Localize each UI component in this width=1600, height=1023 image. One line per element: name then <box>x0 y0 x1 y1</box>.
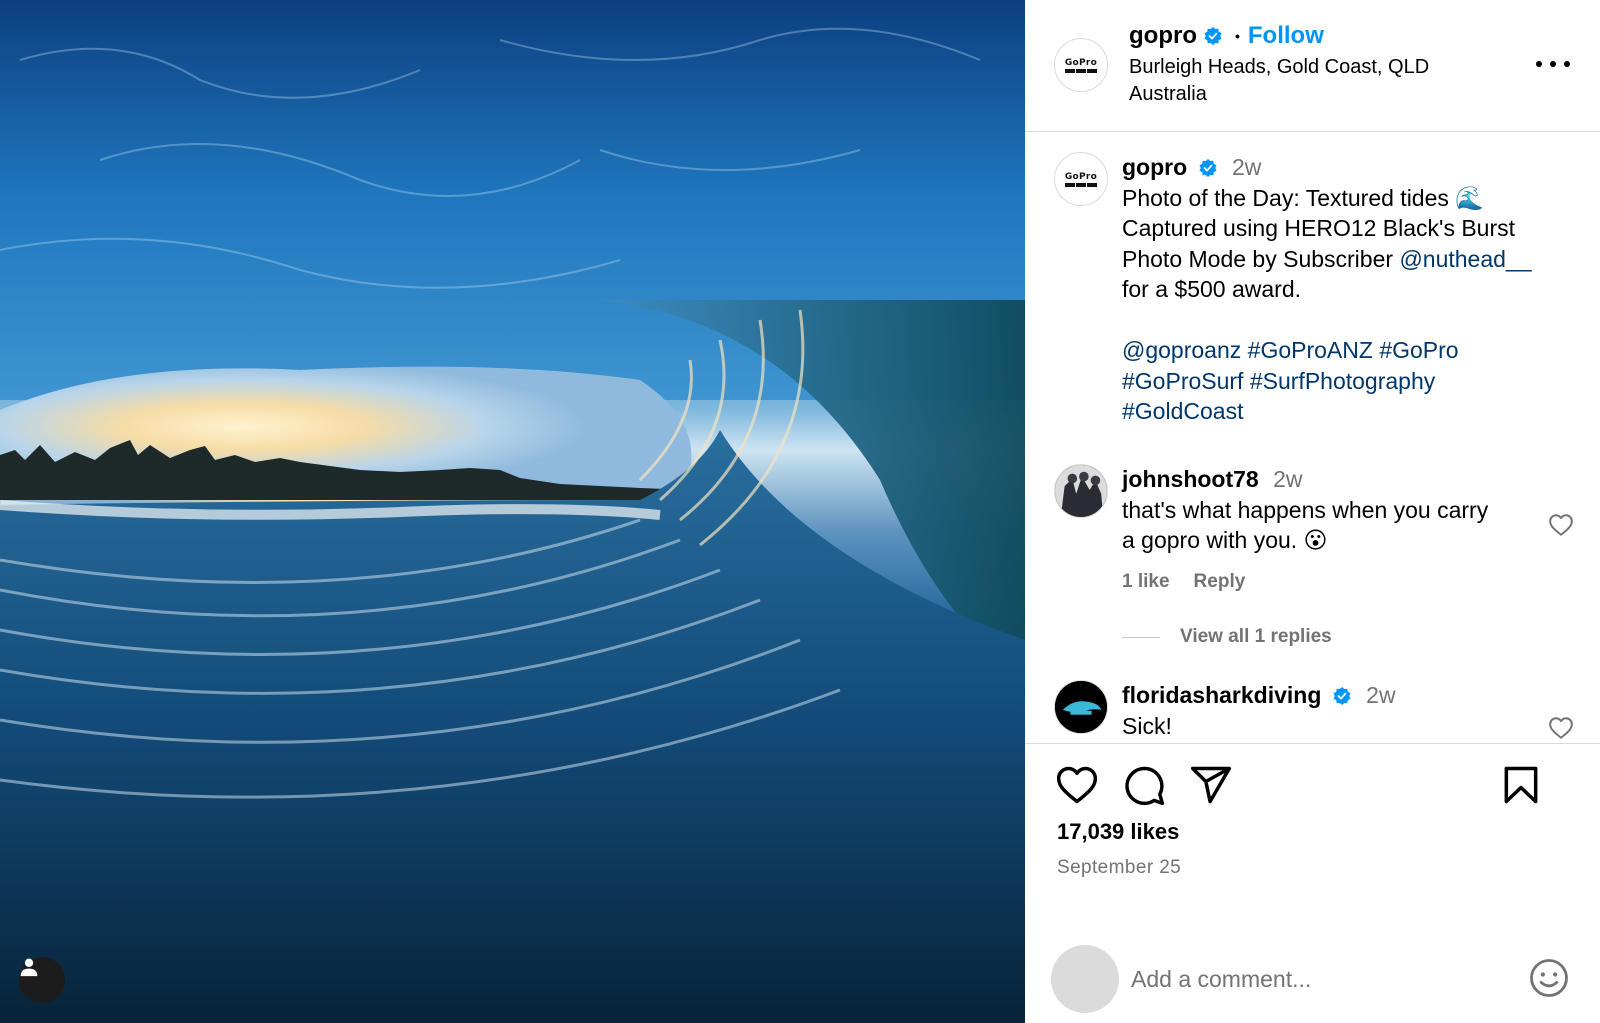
comment-username[interactable]: floridasharkdiving <box>1122 682 1321 708</box>
follow-button[interactable]: Follow <box>1248 22 1324 50</box>
comment-line-1: that's what happens when you carry <box>1122 496 1489 523</box>
gopro-logo: GoPro <box>1059 168 1103 190</box>
post-date[interactable]: September 25 <box>1057 857 1181 879</box>
verified-icon <box>1204 27 1222 45</box>
comment-time[interactable]: 2w <box>1366 682 1395 708</box>
separator-dot: • <box>1234 28 1240 44</box>
post-side-panel: GoPro gopro • Follow Burleigh Heads, Gol… <box>1025 0 1600 1023</box>
caption-avatar[interactable]: GoPro <box>1054 152 1108 206</box>
view-replies-button[interactable]: View all 1 replies <box>1122 626 1332 648</box>
tag-link[interactable]: @goproanz <box>1122 337 1241 363</box>
share-icon[interactable] <box>1189 763 1233 807</box>
verified-icon <box>1333 687 1351 705</box>
user-tag-button[interactable] <box>19 957 65 1003</box>
caption-line-2: Captured using HERO12 Black's Burst <box>1122 215 1516 241</box>
comment-time[interactable]: 2w <box>1273 466 1302 492</box>
comment-text: johnshoot78 2w that's what happens when … <box>1122 464 1488 556</box>
reply-button[interactable]: Reply <box>1194 571 1246 593</box>
comment-line-2: a gopro with you. 😮 <box>1122 527 1328 553</box>
comments-list[interactable]: GoPro gopro 2w Photo of the Day: Texture… <box>1025 132 1600 744</box>
current-user-avatar <box>1051 945 1119 1013</box>
tag-link[interactable]: #SurfPhotography <box>1250 368 1435 394</box>
commenter-avatar[interactable] <box>1054 464 1108 518</box>
post-photo[interactable] <box>0 0 1025 1023</box>
emoji-icon[interactable] <box>1528 957 1570 999</box>
tag-link[interactable]: #GoldCoast <box>1122 398 1243 424</box>
comment-meta: 1 like Reply <box>1122 571 1245 593</box>
heart-icon[interactable] <box>1055 763 1099 807</box>
add-comment-bar <box>1025 945 1600 1023</box>
gopro-logo: GoPro <box>1059 54 1103 76</box>
gopro-logo-text: GoPro <box>1064 171 1098 182</box>
author-row: gopro • Follow <box>1129 22 1324 50</box>
more-options-button[interactable] <box>1536 54 1570 74</box>
user-tag-icon <box>20 958 38 977</box>
tag-link[interactable]: #GoProSurf <box>1122 368 1243 394</box>
more-icon <box>1536 61 1570 67</box>
replies-divider <box>1122 636 1160 638</box>
wave-photo <box>0 0 1025 1023</box>
verified-icon <box>1199 159 1217 177</box>
author-avatar[interactable]: GoPro <box>1054 38 1108 92</box>
like-count[interactable]: 17,039 likes <box>1057 819 1179 845</box>
view-replies-label: View all 1 replies <box>1180 626 1332 647</box>
avatar-image <box>1055 465 1107 517</box>
bookmark-icon[interactable] <box>1499 763 1543 807</box>
caption-username[interactable]: gopro <box>1122 154 1187 180</box>
tag-link[interactable]: #GoPro <box>1379 337 1458 363</box>
gopro-logo-text: GoPro <box>1064 57 1098 68</box>
post-header: GoPro gopro • Follow Burleigh Heads, Gol… <box>1025 0 1600 132</box>
comment-input[interactable] <box>1131 959 1501 999</box>
caption-line-4: for a $500 award. <box>1122 276 1302 302</box>
caption-line-3: Photo Mode by Subscriber <box>1122 245 1400 272</box>
comment-line-1: Sick! <box>1122 712 1172 739</box>
author-username[interactable]: gopro <box>1129 22 1197 50</box>
caption-time[interactable]: 2w <box>1232 154 1261 180</box>
comment-username[interactable]: johnshoot78 <box>1122 466 1259 492</box>
comment-icon[interactable] <box>1122 763 1166 807</box>
comment-text: floridasharkdiving 2w Sick! <box>1122 680 1396 741</box>
tag-link[interactable]: #GoProANZ <box>1248 337 1373 363</box>
caption-text: gopro 2w Photo of the Day: Textured tide… <box>1122 152 1532 427</box>
avatar-image <box>1055 681 1107 733</box>
commenter-avatar[interactable] <box>1054 680 1108 734</box>
post-location[interactable]: Burleigh Heads, Gold Coast, QLD Australi… <box>1129 54 1489 108</box>
comment-like-count[interactable]: 1 like <box>1122 571 1170 593</box>
action-bar: 17,039 likes September 25 <box>1025 745 1600 945</box>
caption-line-1: Photo of the Day: Textured tides 🌊 <box>1122 184 1484 211</box>
mention-link[interactable]: @nuthead__ <box>1399 246 1531 272</box>
comment-like-icon[interactable] <box>1548 512 1574 538</box>
comment-like-icon[interactable] <box>1548 715 1574 741</box>
